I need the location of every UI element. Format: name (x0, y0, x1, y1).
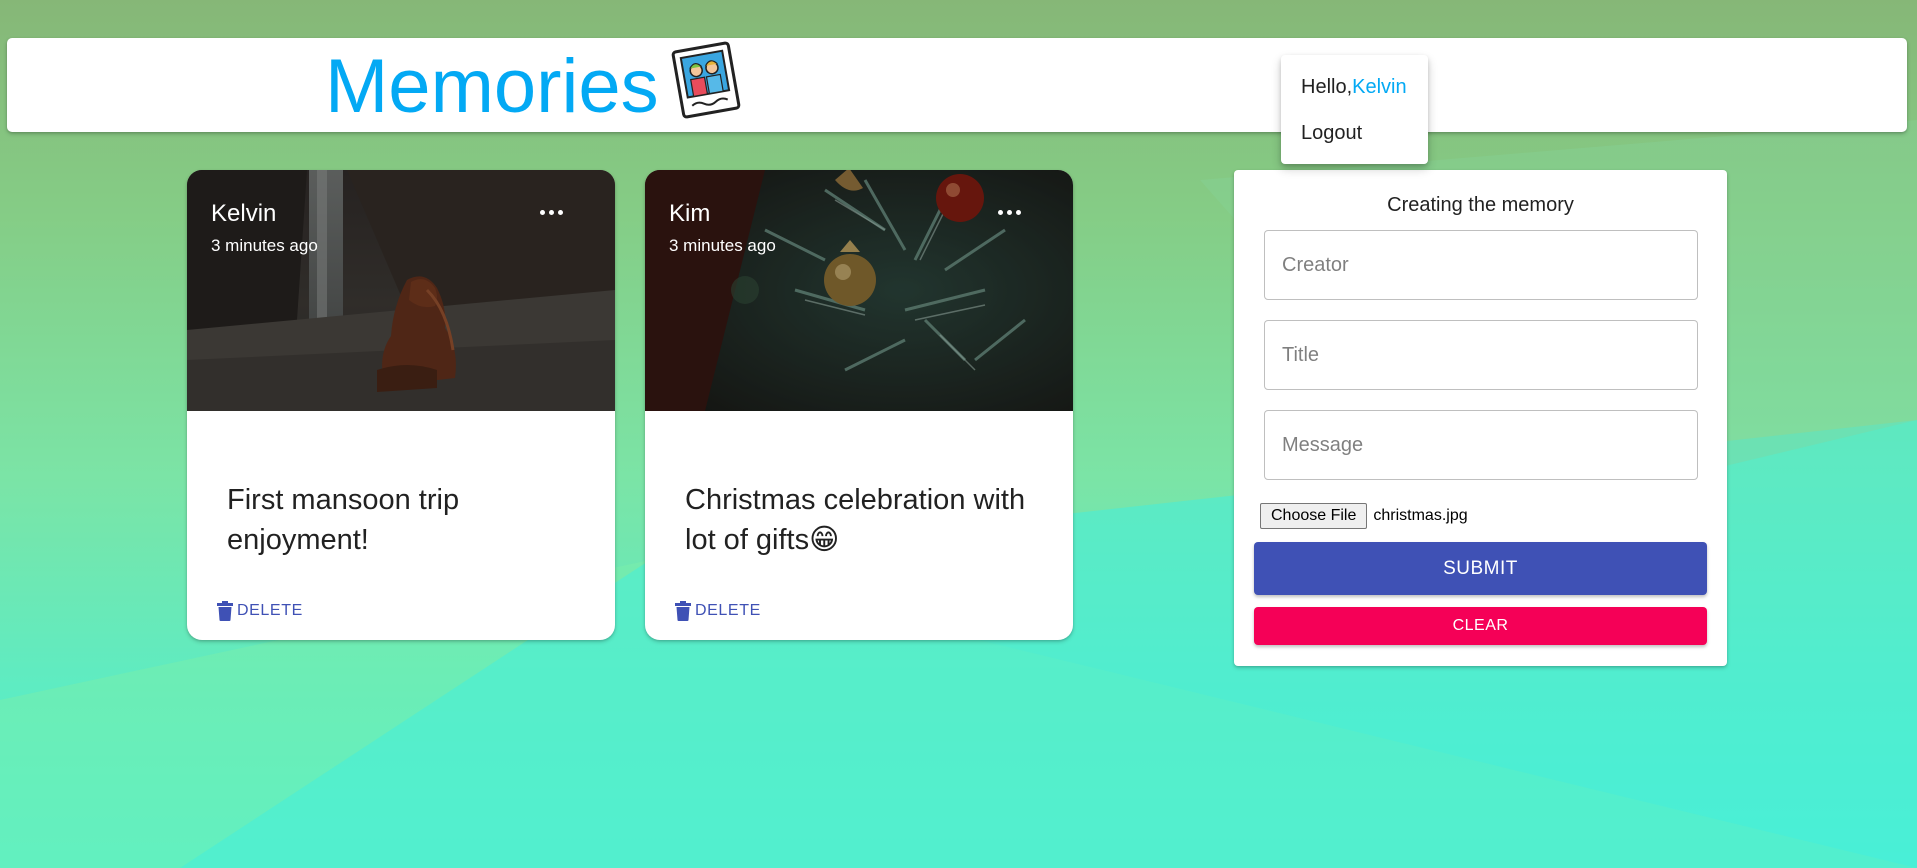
more-options-icon[interactable] (990, 192, 1030, 232)
app-bar (7, 38, 1907, 132)
post-card: Kelvin 3 minutes ago First mansoon trip … (187, 170, 615, 640)
selected-file-name: christmas.jpg (1373, 507, 1468, 524)
trash-icon (217, 601, 233, 621)
delete-button[interactable]: DELETE (217, 599, 303, 623)
post-time: 3 minutes ago (211, 236, 318, 255)
photo-frame-icon (671, 41, 741, 119)
memory-form: Creating the memory Choose File christma… (1234, 170, 1727, 666)
post-creator: Kelvin (211, 200, 277, 227)
choose-file-button[interactable]: Choose File (1260, 503, 1368, 529)
creator-input[interactable] (1264, 230, 1698, 300)
post-card: Kim 3 minutes ago Christmas celebration … (645, 170, 1073, 640)
more-options-icon[interactable] (532, 192, 572, 232)
delete-button[interactable]: DELETE (675, 599, 761, 623)
submit-button[interactable]: SUBMIT (1254, 542, 1707, 595)
delete-label: DELETE (695, 602, 761, 619)
form-heading: Creating the memory (1387, 194, 1574, 216)
post-creator: Kim (669, 200, 711, 227)
username: Kelvin (1352, 76, 1407, 98)
menu-item-greeting[interactable]: Hello,Kelvin (1301, 76, 1407, 99)
file-picker: Choose File christmas.jpg (1260, 503, 1468, 529)
user-menu: Hello,Kelvin Logout (1281, 55, 1428, 164)
post-title: Christmas celebration with lot of gifts😁 (685, 484, 1026, 556)
delete-label: DELETE (237, 602, 303, 619)
message-input[interactable] (1264, 410, 1698, 480)
clear-button[interactable]: CLEAR (1254, 607, 1707, 645)
app-title[interactable]: Memories (325, 42, 659, 132)
post-time: 3 minutes ago (669, 236, 776, 255)
title-input[interactable] (1264, 320, 1698, 390)
post-title: First mansoon trip enjoyment! (227, 484, 460, 556)
greeting-text: Hello, (1301, 76, 1353, 98)
menu-item-logout[interactable]: Logout (1301, 122, 1362, 145)
trash-icon (675, 601, 691, 621)
